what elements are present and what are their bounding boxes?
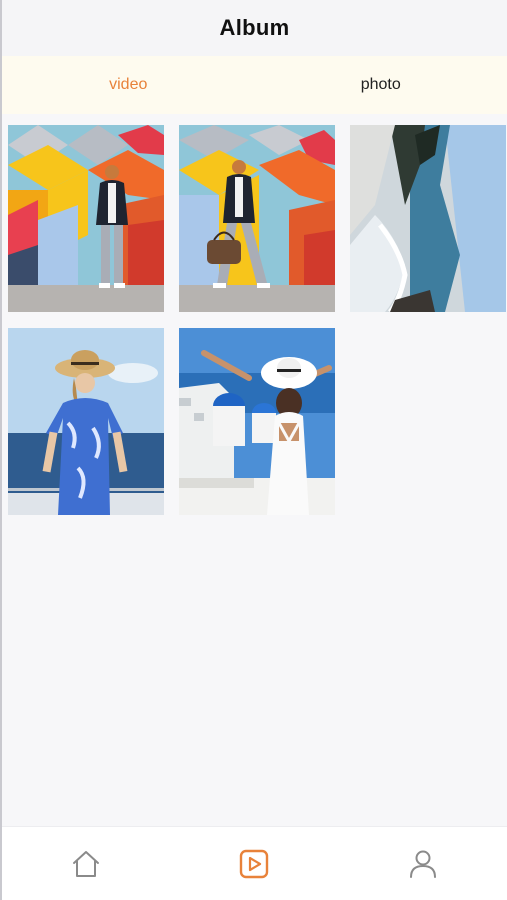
album-item-4[interactable] [8,328,164,515]
thumbnail-image [179,328,335,515]
profile-icon [409,850,436,878]
album-item-2[interactable] [179,125,335,312]
page-title: Album [219,15,290,40]
thumbnail-image [8,328,164,515]
album-item-3[interactable] [350,125,506,312]
bottom-navigation [2,826,507,900]
thumbnail-image [8,125,164,312]
header: Album [2,0,507,56]
tab-bar: video photo [2,56,507,114]
thumbnail-image [179,125,335,312]
album-item-5[interactable] [179,328,335,515]
nav-video-button[interactable] [214,834,294,894]
video-play-icon [240,849,269,878]
tab-photo[interactable]: photo [255,56,507,114]
home-icon [73,850,100,877]
thumbnail-image [350,125,506,312]
album-screen: Album video photo [0,0,507,900]
album-item-1[interactable] [8,125,164,312]
tab-video[interactable]: video [2,56,255,114]
nav-home-button[interactable] [46,834,126,894]
nav-profile-button[interactable] [383,834,463,894]
